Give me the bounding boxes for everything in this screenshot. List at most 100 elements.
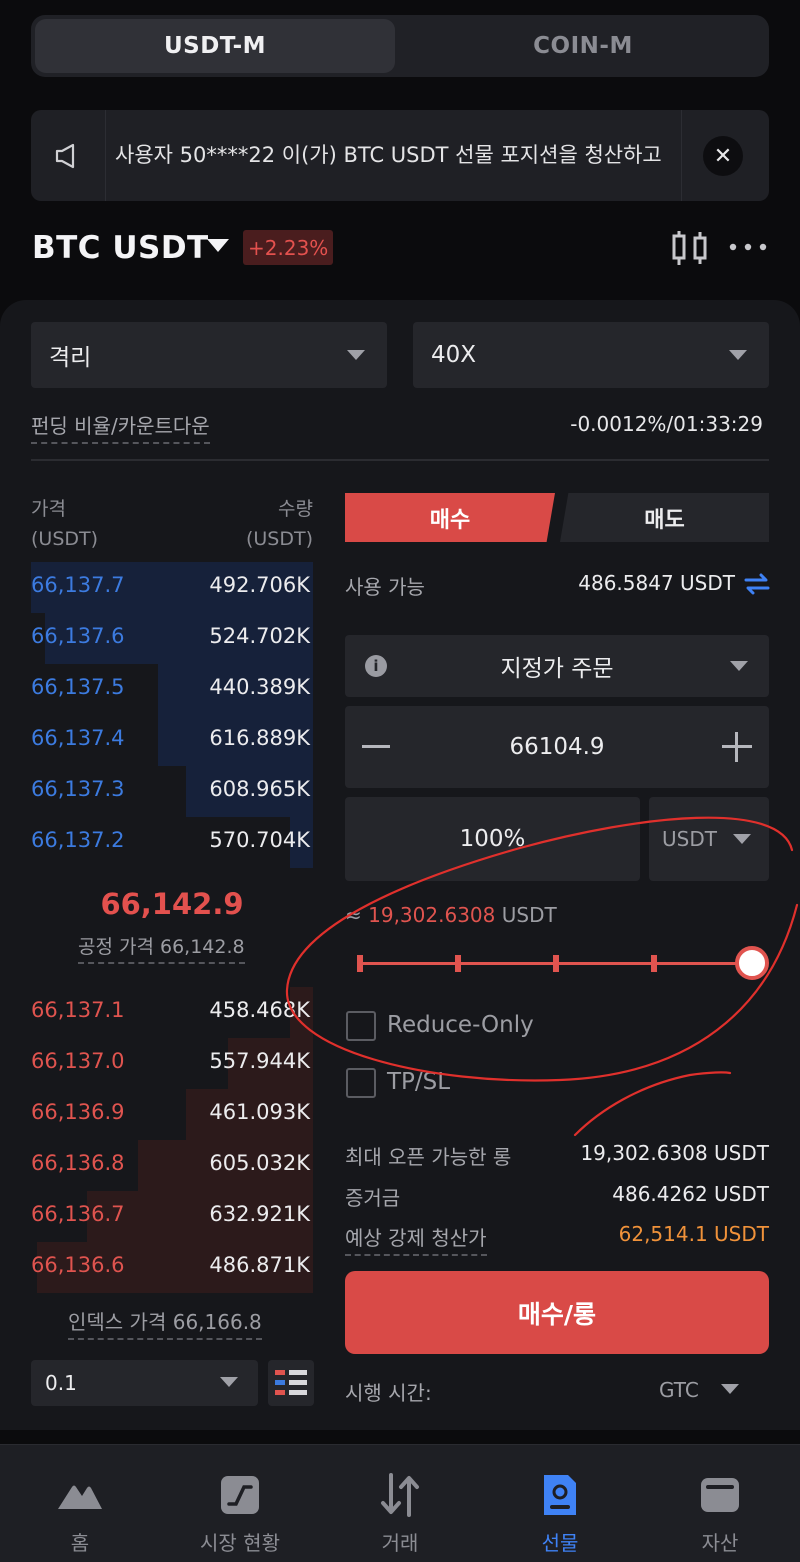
nav-label: 거래 [381, 1531, 419, 1555]
tpsl-checkbox[interactable] [346, 1068, 376, 1098]
minus-icon[interactable] [362, 745, 390, 748]
slider-tick[interactable] [553, 955, 559, 972]
close-icon[interactable]: ✕ [703, 136, 743, 176]
trade-arrows-icon [381, 1473, 419, 1517]
qty-column-header: 수량 (USDT) [245, 498, 313, 550]
amount-slider-thumb[interactable] [735, 946, 769, 980]
tpsl-label[interactable]: TP/SL [387, 1069, 450, 1095]
info-icon[interactable]: i [365, 655, 387, 677]
futures-doc-icon [544, 1475, 576, 1515]
ask-qty: 570.704K [209, 828, 310, 852]
contract-mode-tabs: USDT-M COIN-M [31, 15, 769, 77]
bid-row[interactable]: 66,136.8 605.032K [31, 1140, 313, 1191]
liquidation-price-label[interactable]: 예상 강제 청산가 [345, 1222, 487, 1256]
ask-qty: 492.706K [209, 573, 310, 597]
bid-price: 66,137.1 [31, 998, 125, 1022]
chevron-down-icon [347, 350, 365, 360]
nav-assets[interactable]: 자산 [640, 1445, 800, 1562]
nav-label: 홈 [70, 1531, 90, 1555]
slider-tick[interactable] [357, 955, 363, 972]
bid-row[interactable]: 66,136.9 461.093K [31, 1089, 313, 1140]
bid-qty: 486.871K [209, 1253, 310, 1277]
last-price: 66,142.9 [100, 887, 244, 921]
funding-rate-label[interactable]: 펀딩 비율/카운트다운 [31, 410, 210, 444]
nav-label: 자산 [701, 1531, 739, 1555]
more-options-icon[interactable] [728, 242, 768, 252]
unit-select[interactable]: USDT [649, 797, 769, 881]
ask-price: 66,137.4 [31, 726, 125, 750]
chevron-down-icon [220, 1377, 238, 1387]
max-open-label: 최대 오픈 가능한 롱 [345, 1145, 512, 1169]
approx-amount: ≈ 19,302.6308 USDT [345, 903, 557, 927]
bid-qty: 458.468K [209, 998, 310, 1022]
buy-long-button[interactable]: 매수/롱 [345, 1271, 769, 1354]
announcement-bar[interactable]: 사용자 50****22 이(가) BTC USDT 선물 포지션을 청산하고 … [31, 110, 769, 201]
ask-row[interactable]: 66,137.3 608.965K [31, 766, 313, 817]
nav-home[interactable]: 홈 [0, 1445, 160, 1562]
nav-label: 선물 [541, 1531, 579, 1555]
nav-futures[interactable]: 선물 [480, 1445, 640, 1562]
bid-price: 66,137.0 [31, 1049, 125, 1073]
announcement-text: 사용자 50****22 이(가) BTC USDT 선물 포지션을 청산하고 [115, 143, 662, 167]
slider-tick[interactable] [651, 955, 657, 972]
ask-qty: 608.965K [209, 777, 310, 801]
bid-qty: 557.944K [209, 1049, 310, 1073]
leverage-value: 40X [431, 342, 477, 368]
amount-percent-value: 100% [459, 826, 526, 852]
ask-qty: 616.889K [209, 726, 310, 750]
fair-price: 공정 가격 66,142.8 [78, 932, 245, 964]
ask-price: 66,137.5 [31, 675, 125, 699]
reduce-only-label[interactable]: Reduce-Only [387, 1012, 534, 1038]
divider [105, 110, 106, 201]
bid-price: 66,136.6 [31, 1253, 125, 1277]
reduce-only-checkbox[interactable] [346, 1011, 376, 1041]
ask-price: 66,137.3 [31, 777, 125, 801]
amount-percent-input[interactable]: 100% [345, 797, 640, 881]
symbol-selector[interactable]: BTC USDT [32, 230, 209, 266]
bid-row[interactable]: 66,136.7 632.921K [31, 1191, 313, 1242]
price-input-value: 66104.9 [509, 734, 605, 760]
nav-trade[interactable]: 거래 [320, 1445, 480, 1562]
orderbook-layout-icon[interactable] [268, 1360, 314, 1406]
approx-prefix: ≈ [345, 903, 362, 927]
ask-row[interactable]: 66,137.4 616.889K [31, 715, 313, 766]
ask-row[interactable]: 66,137.7 492.706K [31, 562, 313, 613]
transfer-icon[interactable] [744, 572, 770, 596]
ask-row[interactable]: 66,137.5 440.389K [31, 664, 313, 715]
price-column-header: 가격 (USDT) [31, 498, 99, 550]
slider-tick[interactable] [455, 955, 461, 972]
megaphone-icon [55, 143, 75, 169]
liquidation-price-value: 62,514.1 USDT [618, 1222, 769, 1246]
bottom-navigation: 홈 시장 현황 거래 선물 자산 [0, 1444, 800, 1562]
available-label: 사용 가능 [345, 575, 425, 599]
nav-market[interactable]: 시장 현황 [160, 1445, 320, 1562]
wallet-icon [701, 1478, 739, 1512]
ask-row[interactable]: 66,137.2 570.704K [31, 817, 313, 868]
index-price: 인덱스 가격 66,166.8 [68, 1306, 262, 1340]
order-type-select[interactable]: 지정가 주문 [345, 635, 769, 697]
tab-usdt-m[interactable]: USDT-M [35, 19, 395, 73]
leverage-select[interactable]: 40X [413, 322, 769, 388]
home-mountain-icon [58, 1485, 102, 1509]
caret-down-icon[interactable] [207, 239, 229, 252]
buy-tab[interactable]: 매수 [345, 493, 555, 542]
bid-row[interactable]: 66,137.1 458.468K [31, 987, 313, 1038]
plus-icon[interactable] [735, 732, 738, 762]
bid-row[interactable]: 66,136.6 486.871K [31, 1242, 313, 1293]
bid-row[interactable]: 66,137.0 557.944K [31, 1038, 313, 1089]
max-open-value: 19,302.6308 USDT [580, 1141, 769, 1165]
approx-value: 19,302.6308 [368, 903, 496, 927]
margin-value: 486.4262 USDT [612, 1182, 769, 1206]
sell-tab[interactable]: 매도 [560, 493, 769, 542]
bid-price: 66,136.7 [31, 1202, 125, 1226]
candlestick-chart-icon[interactable] [670, 230, 710, 266]
chevron-down-icon [721, 1384, 739, 1394]
tab-coin-m[interactable]: COIN-M [403, 19, 763, 73]
margin-mode-value: 격리 [49, 345, 92, 371]
time-in-force-select[interactable]: GTC [659, 1378, 699, 1402]
ask-row[interactable]: 66,137.6 524.702K [31, 613, 313, 664]
order-type-value: 지정가 주문 [500, 656, 614, 682]
margin-mode-select[interactable]: 격리 [31, 322, 387, 388]
ask-qty: 440.389K [209, 675, 310, 699]
price-input[interactable]: 66104.9 [345, 706, 769, 788]
